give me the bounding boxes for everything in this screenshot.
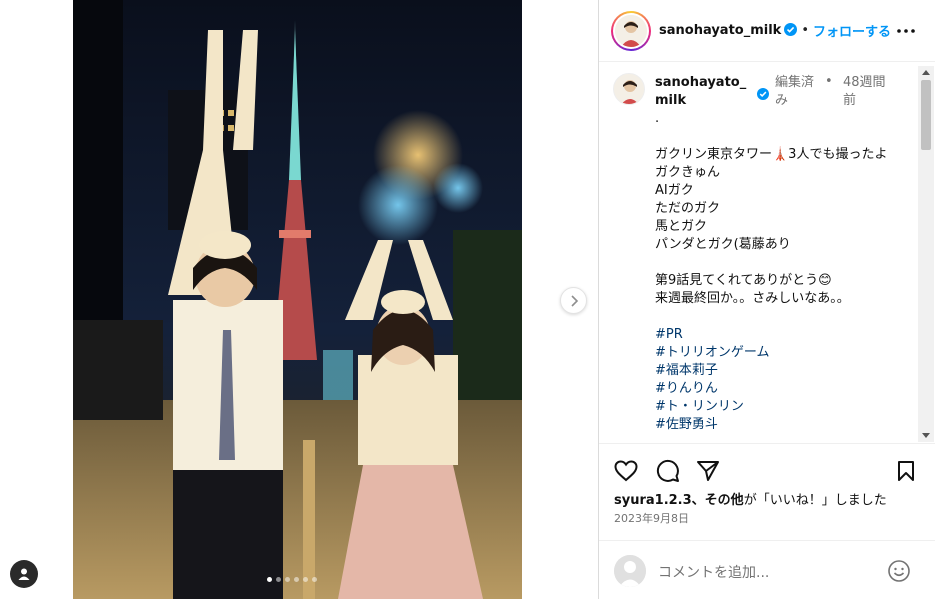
carousel-dot	[276, 577, 281, 582]
paper-plane-icon	[697, 461, 719, 481]
carousel-dot	[312, 577, 317, 582]
comment-composer: コメントを追加...	[599, 540, 935, 599]
profile-fab-button[interactable]	[10, 560, 38, 588]
likes-summary[interactable]: syura1.2.3、その他が「いいね！」しました	[614, 489, 887, 508]
next-slide-button[interactable]	[560, 287, 587, 314]
emoji-picker-button[interactable]	[887, 559, 911, 587]
caption-line	[655, 254, 905, 272]
chevron-right-icon	[570, 294, 578, 307]
user-icon	[18, 568, 30, 580]
smiley-icon	[888, 560, 910, 582]
avatar-photo-icon	[614, 74, 644, 104]
comment-button[interactable]	[655, 458, 681, 484]
verified-badge-icon	[784, 21, 798, 40]
scroll-up-arrow-icon[interactable]	[922, 70, 930, 75]
hashtag-link[interactable]: #福本莉子	[655, 362, 905, 380]
carousel-dot	[294, 577, 299, 582]
caption-line: パンダとガク(葛藤あり	[655, 237, 791, 252]
post-date[interactable]: 2023年9月8日	[614, 510, 689, 526]
caption-username[interactable]: sanohayato_milk	[655, 74, 759, 110]
more-options-button[interactable]	[895, 21, 917, 41]
hashtag-link[interactable]: #ト・リンリン	[655, 398, 905, 416]
caption-timestamp[interactable]: 48週間前	[843, 74, 895, 110]
caption-scrollbar[interactable]	[918, 66, 934, 442]
caption-line: AIガク	[655, 183, 694, 198]
caption-line	[655, 128, 905, 146]
caption-line: ガクきゅん	[655, 165, 721, 180]
post-side-panel: sanohayato_milk • フォローする sanohayato_milk…	[598, 0, 935, 599]
hashtag-link[interactable]: #佐野勇斗	[655, 416, 905, 434]
carousel-dots	[267, 577, 317, 582]
likes-suffix: が「いいね！」しました	[743, 493, 887, 508]
like-button[interactable]	[613, 458, 639, 484]
caption-line	[655, 308, 905, 326]
carousel-dot-active	[267, 577, 272, 582]
caption-line: 第9話見てくれてありがとう😊	[655, 273, 832, 288]
carousel-dot	[303, 577, 308, 582]
avatar-photo-icon	[615, 14, 647, 47]
instagram-post-view: sanohayato_milk • フォローする sanohayato_milk…	[0, 0, 935, 599]
scroll-thumb[interactable]	[921, 80, 931, 150]
caption-line: 来週最終回か。。さみしいなあ。。	[655, 291, 850, 306]
bookmark-icon	[898, 461, 914, 481]
share-button[interactable]	[695, 458, 721, 484]
caption-avatar[interactable]	[613, 73, 645, 105]
likes-others-link[interactable]: その他	[705, 493, 744, 508]
hashtag-link[interactable]: #PR	[655, 326, 905, 344]
post-photo[interactable]	[73, 0, 522, 599]
caption-line: 馬とガク	[655, 219, 708, 234]
header-avatar[interactable]	[611, 10, 651, 51]
comment-input[interactable]: コメントを追加...	[658, 562, 769, 582]
photo-illustration	[73, 0, 522, 599]
edited-label: 編集済み	[775, 75, 815, 108]
heart-icon	[614, 460, 638, 482]
comment-bubble-icon	[656, 459, 679, 482]
caption-line: ただのガク	[655, 201, 721, 216]
default-avatar-icon	[614, 555, 646, 587]
header-username[interactable]: sanohayato_milk	[659, 23, 781, 38]
caption-line: ガクリン東京タワー🗼3人でも撮ったよ	[655, 147, 888, 162]
caption-bullet: •	[825, 74, 833, 89]
save-button[interactable]	[893, 458, 919, 484]
scroll-down-arrow-icon[interactable]	[922, 433, 930, 438]
caption-scroll-area[interactable]: sanohayato_milk 編集済み • 48週間前 . ガクリン東京タワー…	[599, 63, 935, 443]
current-user-avatar	[614, 555, 646, 587]
header-separator: •	[801, 23, 809, 38]
action-bar	[599, 443, 935, 493]
verified-badge-icon	[757, 85, 769, 104]
post-header: sanohayato_milk • フォローする	[599, 0, 935, 62]
more-horizontal-icon	[897, 29, 915, 33]
carousel-dot	[285, 577, 290, 582]
caption-text: . ガクリン東京タワー🗼3人でも撮ったよ ガクきゅん AIガク ただのガク 馬と…	[655, 110, 905, 434]
follow-button[interactable]: フォローする	[813, 21, 891, 40]
liker-username[interactable]: syura1.2.3、	[614, 493, 705, 508]
media-area	[0, 0, 598, 599]
hashtag-link[interactable]: #トリリオンゲーム	[655, 344, 905, 362]
caption-line: .	[655, 111, 660, 126]
hashtag-link[interactable]: #りんりん	[655, 380, 905, 398]
